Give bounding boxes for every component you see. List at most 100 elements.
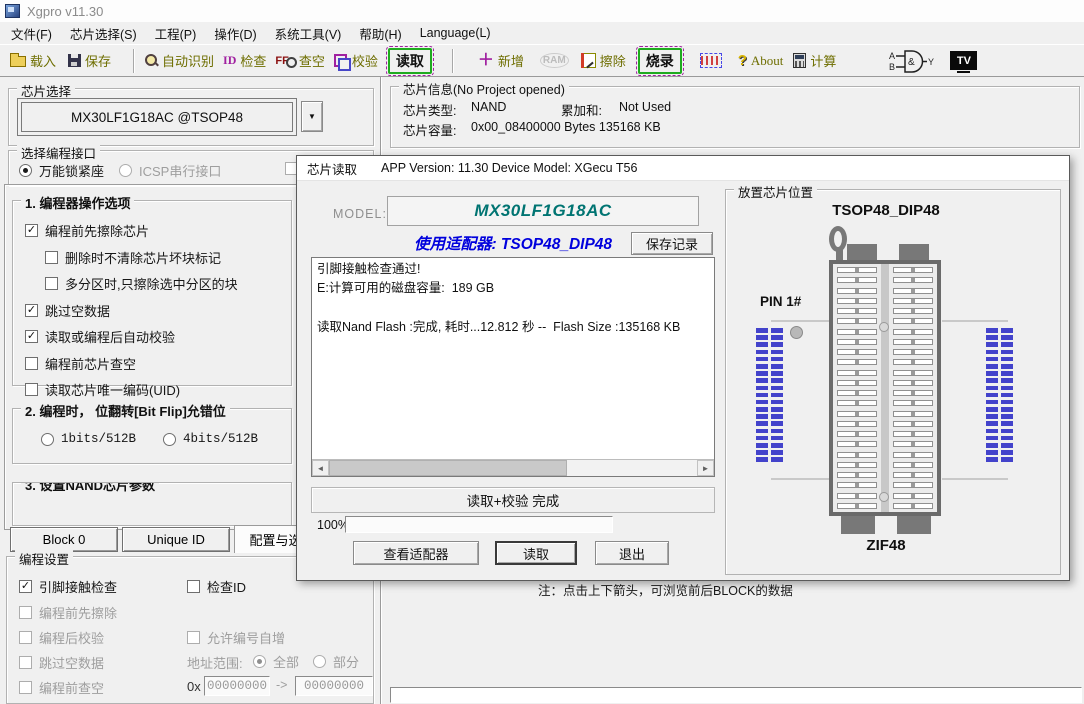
checkbox-row[interactable]: 多分区时,只擦除选中分区的块 [45,274,291,293]
menu-help[interactable]: 帮助(H) [350,21,410,46]
socket-tab [847,244,877,260]
bitflip-title: 2. 编程时， 位翻转[Bit Flip]允错位 [21,401,230,420]
save-button[interactable]: 保存 [68,51,111,70]
checkbox-row[interactable]: 删除时不清除芯片坏块标记 [45,248,291,267]
address-to-field[interactable]: 00000000 [295,676,373,696]
check-id-button[interactable]: ID 检查 [223,51,266,70]
socket-pin-slot [837,472,877,478]
about-label: About [751,53,784,69]
scroll-right-button[interactable]: ► [697,460,714,476]
burn-button[interactable]: 烧录 [638,48,682,74]
radio-1bits[interactable]: 1bits/512B [41,432,136,446]
adapter-pin [986,407,1014,412]
blank-check-button[interactable]: FF 查空 [275,51,324,70]
auto-detect-button[interactable]: 自动识别 [145,51,214,70]
erase-button[interactable]: 擦除 [582,51,626,70]
adapter-pin [756,400,784,405]
socket-pin-slot [893,503,933,509]
address-from-field[interactable]: 00000000 [204,676,270,696]
program-settings-title: 编程设置 [15,549,73,568]
radio-icsp-serial: ICSP串行接口 [119,161,221,180]
dialog-title-bar[interactable]: 芯片读取 APP Version: 11.30 Device Model: XG… [297,156,1069,181]
view-adapter-button[interactable]: 查看适配器 [353,541,479,565]
pin1-label: PIN 1# [760,294,801,309]
model-label: MODEL: [333,207,387,221]
read-button[interactable]: 读取 [495,541,577,565]
checkbox-label: 跳过空数据 [45,301,110,320]
dialog-subtitle: APP Version: 11.30 Device Model: XGecu T… [381,161,637,175]
socket-pin-slot [893,421,933,427]
checkbox-row[interactable]: 读取芯片唯一编码(UID) [25,380,291,399]
checkbox[interactable]: ✓ [19,580,32,593]
checkbox[interactable] [45,277,58,290]
scrollbar-thumb[interactable] [329,460,567,476]
checkbox[interactable] [45,251,58,264]
checkbox-row[interactable]: 编程前芯片查空 [25,354,291,373]
adapter-pin [986,414,1014,419]
exit-button[interactable]: 退出 [595,541,669,565]
wire [771,320,829,322]
adapter-pin [986,364,1014,369]
load-button[interactable]: 载入 [10,51,56,70]
checkbox-check-id[interactable]: 检查ID [187,577,246,596]
socket-pin-column-right [893,267,933,509]
socket-pin-slot [837,349,877,355]
checkbox-row[interactable]: ✓ 跳过空数据 [25,301,291,320]
socket-pin-column-left [837,267,877,509]
checkbox[interactable] [187,580,200,593]
menu-file[interactable]: 文件(F) [2,21,61,46]
toolbar-separator [452,49,454,73]
socket-pin-slot [893,380,933,386]
about-button[interactable]: ? About [738,52,784,69]
ic-test-button[interactable] [700,53,722,68]
checkbox-label: 检查ID [207,577,246,596]
logic-gate-button[interactable]: A B & Y [888,49,936,73]
menu-operate[interactable]: 操作(D) [205,21,265,46]
chip-capacity-value: 0x00_08400000 Bytes 135168 KB [471,120,661,134]
add-button[interactable]: ＋ 新增 [478,51,524,70]
log-box[interactable]: 引脚接触检查通过! E:计算可用的磁盘容量: 189 GB 读取Nand Fla… [311,257,715,477]
checkbox-auto-sn: 允许编号自增 [187,628,285,647]
radio-icon[interactable] [163,433,176,446]
menu-language[interactable]: Language(L) [411,23,500,43]
checkbox[interactable] [25,383,38,396]
radio-universal-socket[interactable]: 万能锁紧座 [19,161,104,180]
menu-system-tools[interactable]: 系统工具(V) [266,21,351,46]
chip-select-dropdown-button[interactable]: ▼ [301,101,323,132]
checkbox-label: 允许编号自增 [207,628,285,647]
socket-pin-slot [837,308,877,314]
radio-icon[interactable] [41,433,54,446]
checkbox-label: 编程前先擦除芯片 [45,221,149,240]
title-bar[interactable]: Xgpro v11.30 [0,0,1084,22]
verify-button[interactable]: 校验 [334,51,378,70]
checkbox[interactable]: ✓ [25,224,38,237]
save-record-button[interactable]: 保存记录 [631,232,713,255]
ram-icon: RAM [540,53,569,68]
address-range-label: 地址范围: [187,653,243,672]
checkbox-row[interactable]: ✓读取或编程后自动校验 [25,327,291,346]
calculator-button[interactable]: 计算 [793,51,836,70]
menu-project[interactable]: 工程(P) [146,21,206,46]
checkbox[interactable]: ✓ [25,330,38,343]
radio-4bits[interactable]: 4bits/512B [163,432,258,446]
checkbox-row[interactable]: ✓ 编程前先擦除芯片 [25,221,291,240]
read-button-toolbar[interactable]: 读取 [388,48,432,74]
socket-pin-slot [893,400,933,406]
radio-icon[interactable] [19,164,32,177]
adapter-pin [756,378,784,383]
chip-select-combo[interactable]: MX30LF1G18AC @TSOP48 [17,98,297,136]
scroll-left-button[interactable]: ◄ [312,460,329,476]
checksum-value: Not Used [619,100,671,114]
tab-unique-id[interactable]: Unique ID [122,527,230,552]
checkbox-label: 多分区时,只擦除选中分区的块 [65,274,238,293]
socket-pin-slot [837,370,877,376]
menu-chip-select[interactable]: 芯片选择(S) [61,21,146,46]
adapter-pin [756,357,784,362]
tv-icon-button[interactable]: TV [950,51,977,70]
socket-pin-slot [837,339,877,345]
checkbox-pin-contact[interactable]: ✓ 引脚接触检查 [19,577,117,596]
horizontal-scrollbar[interactable]: ◄ ► [312,459,714,476]
checkbox[interactable] [25,357,38,370]
checkbox[interactable]: ✓ [25,304,38,317]
socket-pin-slot [893,493,933,499]
